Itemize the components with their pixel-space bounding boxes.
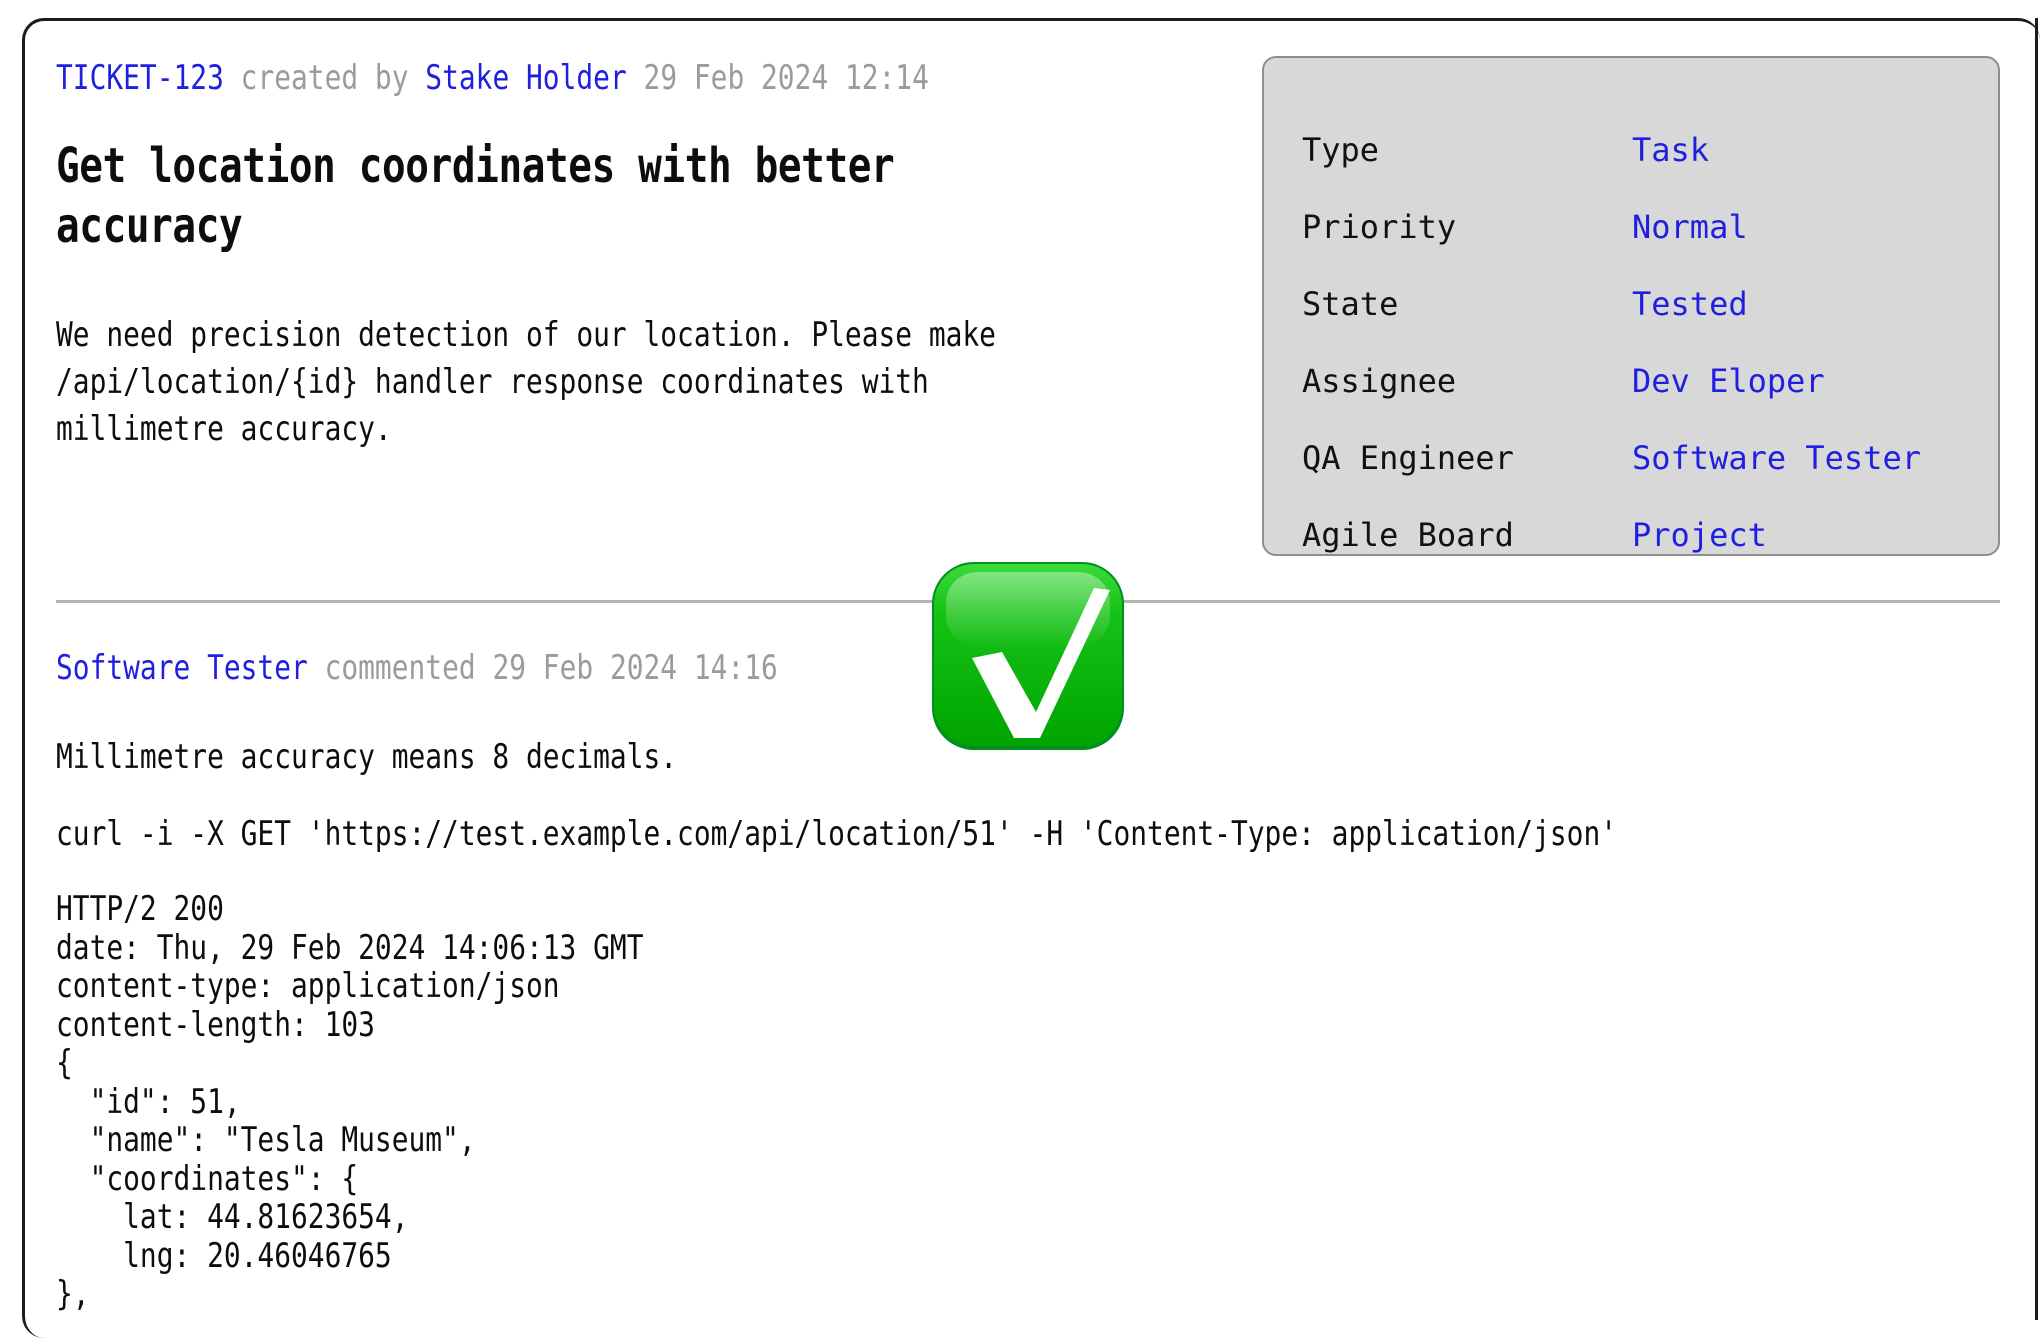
ticket-description-text: We need precision detection of our locat…	[56, 315, 996, 449]
comment-action-label: commented	[324, 648, 476, 688]
ticket-created-timestamp: 29 Feb 2024 12:14	[643, 58, 929, 98]
created-by-text: created by	[240, 58, 409, 98]
info-label-qa-engineer: QA Engineer	[1302, 439, 1514, 477]
info-row-assignee: Assignee Dev Eloper	[1302, 361, 1982, 401]
info-row-qa-engineer: QA Engineer Software Tester	[1302, 438, 1982, 478]
info-label-state: State	[1302, 285, 1399, 323]
comment-curl-text: curl -i -X GET 'https://test.example.com…	[56, 814, 1618, 854]
info-row-priority: Priority Normal	[1302, 207, 1982, 247]
info-row-type: Type Task	[1302, 130, 1982, 170]
comment-note-text: Millimetre accuracy means 8 decimals.	[56, 737, 678, 777]
created-by-label	[224, 58, 241, 98]
comment-timestamp: 29 Feb 2024 14:16	[492, 648, 778, 688]
comment-response-text: HTTP/2 200 date: Thu, 29 Feb 2024 14:06:…	[56, 889, 644, 1314]
comment-curl-command: curl -i -X GET 'https://test.example.com…	[56, 812, 1960, 856]
comment-header: Software Tester commented 29 Feb 2024 14…	[56, 648, 936, 688]
page-title: Get location coordinates with better acc…	[56, 136, 1156, 256]
ticket-author-link[interactable]: Stake Holder	[425, 58, 626, 98]
comment-author-link[interactable]: Software Tester	[56, 648, 308, 688]
window-frame-right-edge	[2035, 18, 2038, 1320]
ticket-info-panel: Type Task Priority Normal State Tested A…	[1262, 56, 2000, 556]
info-value-state[interactable]: Tested	[1632, 285, 1748, 323]
info-value-assignee[interactable]: Dev Eloper	[1632, 362, 1825, 400]
info-value-type[interactable]: Task	[1632, 131, 1709, 169]
white-heavy-check-mark-icon	[928, 560, 1128, 752]
info-row-agile-board: Agile Board Project	[1302, 515, 1982, 555]
info-label-agile-board: Agile Board	[1302, 516, 1514, 554]
ticket-title-text: Get location coordinates with better acc…	[56, 138, 895, 254]
info-label-assignee: Assignee	[1302, 362, 1457, 400]
info-value-qa-engineer[interactable]: Software Tester	[1632, 439, 1921, 477]
info-value-priority[interactable]: Normal	[1632, 208, 1748, 246]
ticket-id-link[interactable]: TICKET-123	[56, 58, 224, 98]
comment-note: Millimetre accuracy means 8 decimals.	[56, 735, 813, 779]
info-row-state: State Tested	[1302, 284, 1982, 324]
ticket-header: TICKET-123 created by Stake Holder 29 Fe…	[56, 58, 1121, 98]
info-value-agile-board[interactable]: Project	[1632, 516, 1767, 554]
info-label-priority: Priority	[1302, 208, 1457, 246]
ticket-description: We need precision detection of our locat…	[56, 312, 1202, 453]
comment-http-response: HTTP/2 200 date: Thu, 29 Feb 2024 14:06:…	[56, 890, 772, 1314]
info-label-type: Type	[1302, 131, 1380, 169]
